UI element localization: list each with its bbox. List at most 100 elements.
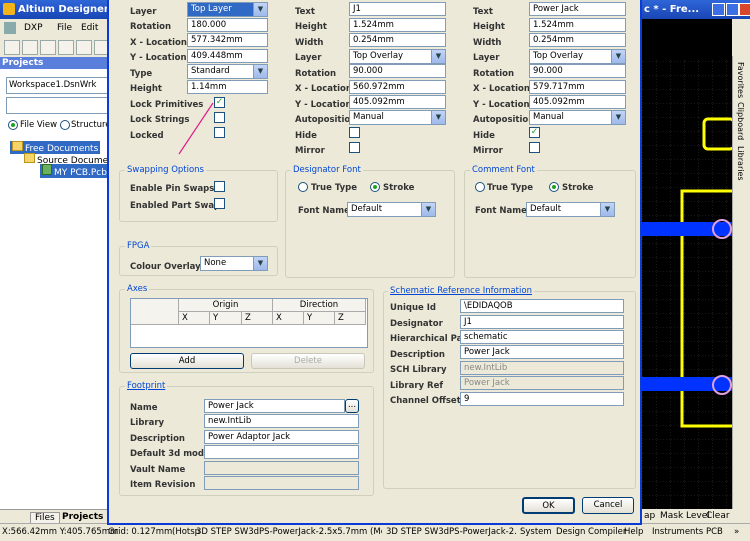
com-layer-select[interactable]: Top Overlay ▼ bbox=[529, 49, 626, 64]
comp-type-select[interactable]: Standard ▼ bbox=[187, 64, 268, 79]
com-rotation-input[interactable]: 90.000 bbox=[529, 64, 626, 78]
status-step-model: 3D STEP SW3dPS-PowerJack-2.5x5.7mm (Mech… bbox=[196, 527, 382, 537]
des-rotation-input[interactable]: 90.000 bbox=[349, 64, 446, 78]
fp-library-label: Library bbox=[130, 418, 165, 428]
layer-tab-clear[interactable]: Clear bbox=[706, 511, 730, 521]
save-icon[interactable] bbox=[40, 40, 56, 55]
des-stroke-radio[interactable] bbox=[370, 182, 380, 192]
sch-description-input[interactable]: Power Jack bbox=[460, 345, 624, 359]
com-autoposition-select[interactable]: Manual ▼ bbox=[529, 110, 626, 125]
part-swaps-checkbox[interactable] bbox=[214, 198, 225, 209]
pcb-file-icon bbox=[42, 164, 52, 175]
com-y-input[interactable]: 405.092mm bbox=[529, 95, 626, 109]
maximize-icon[interactable] bbox=[726, 3, 739, 16]
cancel-button[interactable]: Cancel bbox=[582, 497, 634, 514]
com-font-name-label: Font Name bbox=[475, 206, 527, 216]
comment-font-title: Comment Font bbox=[470, 165, 537, 175]
sch-channel-offset-input[interactable]: 9 bbox=[460, 392, 624, 406]
projects-panel: Workspace1.DsnWrk File View Structure E … bbox=[0, 57, 121, 527]
fp-description-input[interactable]: Power Adaptor Jack bbox=[204, 430, 359, 444]
status-pcb[interactable]: PCB bbox=[706, 527, 723, 537]
pcb-canvas[interactable] bbox=[642, 19, 732, 511]
sch-unique-id-input[interactable]: \EDIDAQOB bbox=[460, 299, 624, 313]
close-icon[interactable] bbox=[739, 3, 750, 16]
structure-view-radio[interactable] bbox=[60, 120, 70, 130]
menu-bar: DXP File Edit bbox=[0, 19, 110, 37]
comp-x-input[interactable]: 577.342mm bbox=[187, 33, 268, 47]
fp-revision-input bbox=[204, 476, 359, 490]
chevron-down-icon: ▼ bbox=[431, 111, 445, 124]
print-icon[interactable] bbox=[58, 40, 74, 55]
des-truetype-radio[interactable] bbox=[298, 182, 308, 192]
sch-hier-path-input[interactable]: schematic bbox=[460, 330, 624, 344]
des-rotation-label: Rotation bbox=[295, 69, 337, 79]
com-stroke-radio[interactable] bbox=[549, 182, 559, 192]
des-layer-select[interactable]: Top Overlay ▼ bbox=[349, 49, 446, 64]
new-icon[interactable] bbox=[4, 40, 20, 55]
origin-x-header: X bbox=[179, 312, 210, 325]
fp-library-input[interactable]: new.IntLib bbox=[204, 414, 359, 428]
des-mirror-label: Mirror bbox=[295, 146, 325, 156]
des-width-input[interactable]: 0.254mm bbox=[349, 33, 446, 47]
status-instruments[interactable]: Instruments bbox=[652, 527, 703, 537]
comp-rotation-input[interactable]: 180.000 bbox=[187, 18, 268, 32]
com-width-input[interactable]: 0.254mm bbox=[529, 33, 626, 47]
com-truetype-radio[interactable] bbox=[475, 182, 485, 192]
sch-designator-input[interactable]: J1 bbox=[460, 315, 624, 329]
com-font-name-select[interactable]: Default ▼ bbox=[526, 202, 615, 217]
com-y-label: Y - Location bbox=[473, 100, 530, 110]
des-autoposition-select[interactable]: Manual ▼ bbox=[349, 110, 446, 125]
com-height-input[interactable]: 1.524mm bbox=[529, 18, 626, 32]
project-combo[interactable] bbox=[6, 97, 108, 114]
menu-dxp[interactable]: DXP bbox=[24, 23, 43, 33]
axes-table[interactable]: Origin Direction X Y Z X Y Z bbox=[130, 298, 368, 348]
menu-file[interactable]: File bbox=[57, 23, 72, 33]
fp-name-input[interactable]: Power Jack bbox=[204, 399, 345, 413]
comp-height-input[interactable]: 1.14mm bbox=[187, 80, 268, 94]
des-y-input[interactable]: 405.092mm bbox=[349, 95, 446, 109]
des-layer-value: Top Overlay bbox=[353, 51, 404, 61]
com-mirror-label: Mirror bbox=[473, 146, 503, 156]
minimize-icon[interactable] bbox=[712, 3, 725, 16]
workspace-combo[interactable]: Workspace1.DsnWrk bbox=[6, 77, 108, 94]
right-dock: Favorites Clipboard Libraries bbox=[732, 56, 750, 511]
layer-tab-ap[interactable]: ap bbox=[644, 511, 655, 521]
layer-tab-mask-level[interactable]: Mask Level bbox=[660, 511, 710, 521]
tab-libraries[interactable]: Libraries bbox=[736, 146, 745, 181]
colour-overlay-select[interactable]: None ▼ bbox=[200, 256, 268, 271]
des-font-name-select[interactable]: Default ▼ bbox=[347, 202, 436, 217]
colour-overlay-label: Colour Overlay bbox=[130, 262, 201, 272]
altium-logo-icon bbox=[3, 3, 15, 15]
com-mirror-checkbox[interactable] bbox=[529, 142, 540, 153]
com-hide-checkbox[interactable]: ✓ bbox=[529, 127, 540, 138]
origin-header: Origin bbox=[179, 299, 273, 312]
status-system[interactable]: System bbox=[520, 527, 552, 537]
des-text-input[interactable]: J1 bbox=[349, 2, 446, 16]
zoom-icon[interactable] bbox=[76, 40, 92, 55]
com-x-input[interactable]: 579.717mm bbox=[529, 80, 626, 94]
pin-swaps-checkbox[interactable] bbox=[214, 181, 225, 192]
des-x-input[interactable]: 560.972mm bbox=[349, 80, 446, 94]
delete-axis-button[interactable]: Delete bbox=[251, 353, 365, 369]
comp-y-input[interactable]: 409.448mm bbox=[187, 49, 268, 63]
comp-layer-select[interactable]: Top Layer ▼ bbox=[187, 2, 268, 17]
ok-button[interactable]: OK bbox=[522, 497, 575, 514]
open-icon[interactable] bbox=[22, 40, 38, 55]
tab-favorites[interactable]: Favorites bbox=[736, 62, 745, 98]
des-mirror-checkbox[interactable] bbox=[349, 142, 360, 153]
status-more[interactable]: » bbox=[734, 527, 739, 537]
status-design-compiler[interactable]: Design Compiler bbox=[556, 527, 626, 537]
des-hide-checkbox[interactable] bbox=[349, 127, 360, 138]
chevron-down-icon: ▼ bbox=[431, 50, 445, 63]
add-axis-button[interactable]: Add bbox=[130, 353, 244, 369]
annotation-pointer-line bbox=[178, 102, 214, 155]
des-height-input[interactable]: 1.524mm bbox=[349, 18, 446, 32]
status-help[interactable]: Help bbox=[624, 527, 643, 537]
menu-edit[interactable]: Edit bbox=[81, 23, 98, 33]
tab-projects[interactable]: Projects bbox=[60, 512, 105, 522]
fp-browse-button[interactable]: ... bbox=[345, 399, 359, 413]
com-text-input[interactable]: Power Jack bbox=[529, 2, 626, 16]
tab-clipboard[interactable]: Clipboard bbox=[736, 102, 745, 140]
fp-default3d-input[interactable] bbox=[204, 445, 359, 459]
file-view-radio[interactable] bbox=[8, 120, 18, 130]
